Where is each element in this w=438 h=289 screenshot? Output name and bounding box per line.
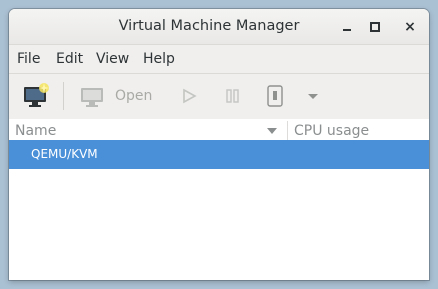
menu-bar: File Edit View Help xyxy=(9,44,429,74)
open-button[interactable] xyxy=(79,81,105,111)
title-bar[interactable]: Virtual Machine Manager × xyxy=(9,9,429,44)
play-icon xyxy=(183,88,197,104)
new-vm-icon xyxy=(24,83,49,107)
table-row[interactable]: QEMU/KVM xyxy=(9,140,429,169)
menu-file[interactable]: File xyxy=(17,45,40,74)
menu-help[interactable]: Help xyxy=(143,45,175,74)
minimize-icon xyxy=(343,29,351,31)
new-vm-button[interactable] xyxy=(21,81,51,111)
monitor-icon xyxy=(81,88,103,107)
maximize-icon xyxy=(370,22,380,32)
pause-button[interactable] xyxy=(223,81,243,111)
close-button[interactable]: × xyxy=(400,17,420,37)
open-label[interactable]: Open xyxy=(115,74,152,119)
shutdown-menu-button[interactable] xyxy=(305,81,321,111)
chevron-down-icon xyxy=(308,94,318,99)
menu-view[interactable]: View xyxy=(96,45,129,74)
connection-name: QEMU/KVM xyxy=(31,147,98,161)
vm-list-empty-area xyxy=(9,169,429,280)
sort-arrow-icon[interactable] xyxy=(267,128,277,134)
toolbar: Open xyxy=(9,73,429,120)
minimize-button[interactable] xyxy=(337,17,357,37)
close-icon: × xyxy=(404,19,416,35)
main-window: Virtual Machine Manager × File Edit View… xyxy=(9,9,429,280)
menu-edit[interactable]: Edit xyxy=(56,45,83,74)
pause-icon xyxy=(226,89,239,103)
run-button[interactable] xyxy=(179,81,199,111)
column-divider[interactable] xyxy=(287,121,288,141)
power-icon xyxy=(267,85,283,107)
toolbar-separator xyxy=(63,82,64,110)
maximize-button[interactable] xyxy=(365,17,385,37)
shutdown-button[interactable] xyxy=(265,81,285,111)
